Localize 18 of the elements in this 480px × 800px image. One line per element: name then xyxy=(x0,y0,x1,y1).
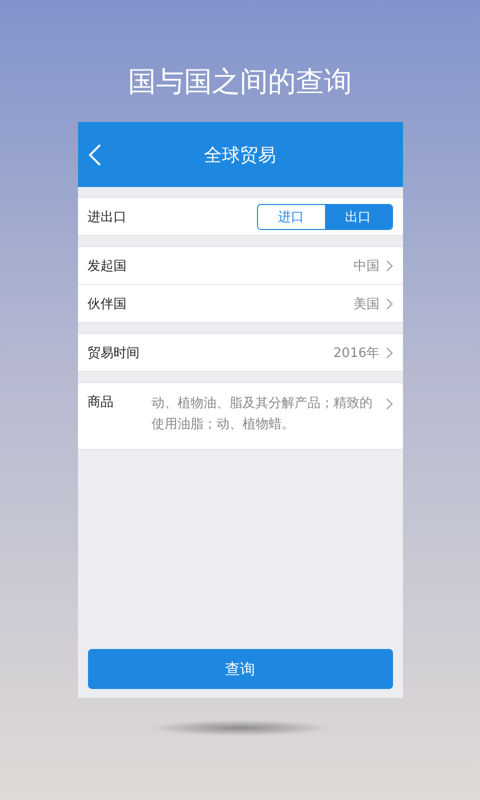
query-button[interactable]: 查询 xyxy=(88,649,392,689)
row-label: 进出口 xyxy=(88,208,128,226)
row-value[interactable]: 中国 xyxy=(354,256,380,274)
back-icon[interactable] xyxy=(88,142,102,166)
chevron-icon xyxy=(386,398,392,410)
row-value[interactable]: 2016年 xyxy=(333,344,380,362)
row-label: 商品 xyxy=(88,394,114,412)
row-label: 贸易时间 xyxy=(88,344,140,362)
chevron-icon xyxy=(386,298,392,310)
row-label: 伙伴国 xyxy=(88,296,128,312)
segment-tab[interactable]: 出口 xyxy=(324,204,392,228)
chevron-icon xyxy=(386,346,392,358)
row-label: 发起国 xyxy=(88,258,128,274)
chevron-icon xyxy=(386,260,392,272)
row-value[interactable]: 美国 xyxy=(354,294,380,312)
row-value[interactable]: 动、植物油、脂及其分解产品；精致的使用油脂；动、植物蜡。 xyxy=(152,393,382,435)
screen-title: 全球贸易 xyxy=(204,144,276,166)
headline: 国与国之间的查询 xyxy=(128,64,352,100)
